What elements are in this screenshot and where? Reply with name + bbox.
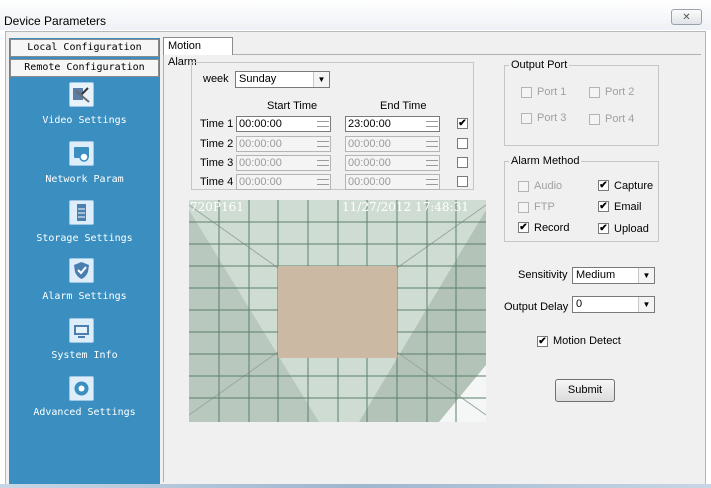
video-preview[interactable]: 720P161 11/27/2012 17:48:31 (189, 200, 486, 422)
port-1-checkbox[interactable] (521, 87, 532, 98)
time-4-end-value: 00:00:00 (348, 176, 391, 188)
sidebar-item-system-info[interactable]: System Info (9, 350, 160, 361)
time-2-label: Time 2 (200, 138, 234, 150)
time-1-start-value: 00:00:00 (239, 118, 282, 130)
time-3-checkbox[interactable] (457, 157, 468, 168)
sidebar-item-network-param[interactable]: Network Param (9, 174, 160, 185)
sensitivity-label: Sensitivity (518, 269, 568, 281)
close-button[interactable]: ✕ (671, 9, 702, 25)
camera-id-overlay: 720P161 (190, 200, 244, 214)
email-label: Email (614, 201, 642, 213)
week-label: week (203, 73, 229, 85)
video-settings-icon[interactable] (69, 82, 94, 107)
time-3-start-value: 00:00:00 (239, 157, 282, 169)
alarm-method-title: Alarm Method (509, 155, 582, 167)
port-3-label: Port 3 (537, 112, 567, 124)
chevron-down-icon: ▼ (638, 297, 654, 312)
time-2-start-value: 00:00:00 (239, 138, 282, 150)
port-3-checkbox[interactable] (521, 113, 532, 124)
week-select[interactable]: Sunday ▼ (235, 71, 330, 88)
time-1-start-input[interactable]: 00:00:00 (236, 116, 331, 132)
capture-checkbox[interactable]: ✔ (598, 180, 609, 191)
spinner-icon[interactable] (426, 176, 438, 188)
window-title: Device Parameters (4, 14, 107, 28)
submit-button[interactable]: Submit (555, 379, 615, 402)
title-bar: Device Parameters ✕ (0, 0, 711, 30)
motion-detect-checkbox[interactable]: ✔ (537, 336, 548, 347)
chevron-down-icon: ▼ (313, 72, 329, 87)
time-1-end-input[interactable]: 23:00:00 (345, 116, 440, 132)
tab-motion-alarm[interactable]: Motion Alarm (163, 37, 233, 68)
sidebar-item-video-settings[interactable]: Video Settings (9, 115, 160, 126)
motion-detect-label: Motion Detect (553, 335, 621, 347)
system-info-icon[interactable] (69, 318, 94, 343)
output-port-title: Output Port (509, 59, 570, 71)
capture-label: Capture (614, 180, 654, 192)
sidebar-item-storage-settings[interactable]: Storage Settings (9, 233, 160, 244)
output-delay-value: 0 (576, 298, 583, 310)
ftp-checkbox[interactable] (518, 202, 529, 213)
port-2-label: Port 2 (605, 86, 635, 98)
week-select-value: Sunday (239, 73, 277, 85)
time-1-checkbox[interactable]: ✔ (457, 118, 468, 129)
time-4-end-input[interactable]: 00:00:00 (345, 174, 440, 190)
spinner-icon[interactable] (426, 138, 438, 150)
storage-icon[interactable] (69, 200, 94, 225)
time-1-end-value: 23:00:00 (348, 118, 391, 130)
spinner-icon[interactable] (317, 157, 329, 169)
network-icon[interactable] (69, 141, 94, 166)
upload-label: Upload (614, 223, 649, 235)
port-4-checkbox[interactable] (589, 114, 600, 125)
time-2-end-value: 00:00:00 (348, 138, 391, 150)
time-3-label: Time 3 (200, 157, 234, 169)
audio-checkbox[interactable] (518, 181, 529, 192)
time-2-checkbox[interactable] (457, 138, 468, 149)
chevron-down-icon: ▼ (638, 268, 654, 283)
time-2-end-input[interactable]: 00:00:00 (345, 136, 440, 152)
remote-configuration-tab[interactable]: Remote Configuration (10, 59, 159, 77)
time-1-label: Time 1 (200, 118, 234, 130)
record-checkbox[interactable]: ✔ (518, 222, 529, 233)
audio-label: Audio (534, 180, 563, 192)
motion-area-mask[interactable] (278, 266, 397, 358)
time-3-start-input[interactable]: 00:00:00 (236, 155, 331, 171)
output-delay-select[interactable]: 0 ▼ (572, 296, 655, 313)
port-1-label: Port 1 (537, 86, 567, 98)
spinner-icon[interactable] (317, 138, 329, 150)
advanced-gear-icon[interactable] (69, 376, 94, 401)
window-bottom-edge (0, 484, 711, 488)
email-checkbox[interactable]: ✔ (598, 201, 609, 212)
time-3-end-value: 00:00:00 (348, 157, 391, 169)
sensitivity-value: Medium (576, 269, 616, 281)
time-3-end-input[interactable]: 00:00:00 (345, 155, 440, 171)
start-time-header: Start Time (267, 100, 318, 112)
timestamp-overlay: 11/27/2012 17:48:31 (342, 200, 469, 214)
time-4-label: Time 4 (200, 176, 234, 188)
sensitivity-select[interactable]: Medium ▼ (572, 267, 655, 284)
record-label: Record (534, 222, 570, 234)
port-2-checkbox[interactable] (589, 87, 600, 98)
time-4-start-value: 00:00:00 (239, 176, 282, 188)
output-delay-label: Output Delay (504, 301, 569, 313)
time-4-start-input[interactable]: 00:00:00 (236, 174, 331, 190)
spinner-icon[interactable] (317, 176, 329, 188)
end-time-header: End Time (380, 100, 427, 112)
sidebar-item-alarm-settings[interactable]: Alarm Settings (9, 291, 160, 302)
output-port-group (504, 65, 659, 146)
local-configuration-tab[interactable]: Local Configuration (10, 39, 159, 57)
time-2-start-input[interactable]: 00:00:00 (236, 136, 331, 152)
alarm-shield-icon[interactable] (69, 258, 94, 283)
time-4-checkbox[interactable] (457, 176, 468, 187)
ftp-label: FTP (534, 201, 555, 213)
spinner-icon[interactable] (426, 157, 438, 169)
spinner-icon[interactable] (426, 118, 438, 130)
upload-checkbox[interactable]: ✔ (598, 223, 609, 234)
spinner-icon[interactable] (317, 118, 329, 130)
sidebar-item-advanced-settings[interactable]: Advanced Settings (9, 407, 160, 418)
port-4-label: Port 4 (605, 113, 635, 125)
